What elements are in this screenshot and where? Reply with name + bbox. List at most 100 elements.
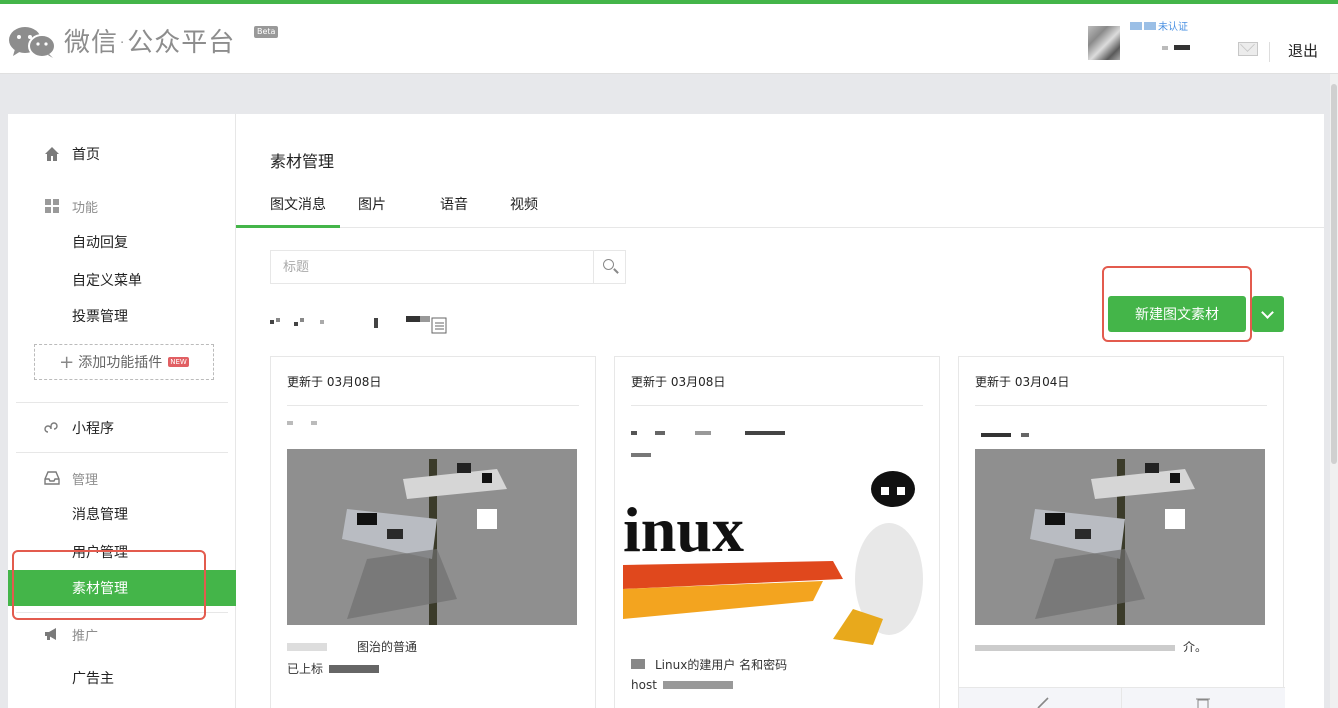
new-badge: NEW (168, 357, 189, 367)
filter-option[interactable] (276, 318, 280, 322)
filter-option[interactable] (294, 322, 298, 326)
account-name[interactable]: 未认证 (1130, 18, 1188, 33)
beta-badge: Beta (254, 26, 279, 38)
card-title-blur (745, 431, 785, 435)
card-title-blur (311, 421, 317, 425)
tab-articles[interactable]: 图文消息 (236, 194, 340, 228)
logout-link[interactable]: 退出 (1288, 40, 1318, 61)
mail-icon[interactable] (1238, 42, 1258, 56)
card-description: Linux的建用户 名和密码 (631, 655, 923, 675)
scrollbar-thumb[interactable] (1331, 84, 1337, 464)
card-desc-text: 介。 (1183, 640, 1208, 654)
delete-icon[interactable] (1195, 696, 1211, 708)
card-description: 已上标 (287, 659, 579, 679)
sidebar-item-label: 广告主 (72, 671, 114, 687)
card-cover-image[interactable] (287, 449, 577, 625)
app-title: 微信·公众平台 (64, 28, 236, 58)
highlight-box-new-button (1102, 266, 1252, 342)
sidebar-item-messages[interactable]: 消息管理 (8, 496, 236, 532)
article-card[interactable]: 更新于 03月08日 inux Linux的建用户 名和密码 host (614, 356, 940, 708)
sidebar-item-custom-menu[interactable]: 自定义菜单 (8, 262, 236, 298)
card-description: 图治的普通 (287, 637, 579, 657)
highlight-box-sidebar (12, 550, 206, 620)
add-plugin-label: 添加功能插件 (78, 355, 163, 371)
add-plugin-button[interactable]: + 添加功能插件 NEW (34, 344, 214, 380)
card-divider (287, 405, 579, 406)
search-box (270, 250, 626, 284)
sidebar-item-advertiser[interactable]: 广告主 (8, 660, 236, 696)
sidebar-divider (16, 402, 228, 403)
sidebar-item-auto-reply[interactable]: 自动回复 (8, 224, 236, 260)
card-date: 更新于 03月04日 (975, 375, 1070, 389)
filter-option[interactable] (300, 318, 304, 322)
header: 微信·公众平台 Beta 未认证 退出 (0, 4, 1338, 74)
card-description: 介。 (975, 637, 1267, 657)
sidebar-item-label: 投票管理 (72, 309, 128, 325)
page-title: 素材管理 (270, 152, 335, 171)
wechat-logo-icon (6, 23, 60, 59)
sidebar-item-home[interactable]: 首页 (8, 136, 236, 172)
sidebar-item-label: 消息管理 (72, 507, 128, 523)
filter-option[interactable] (374, 318, 378, 328)
sidebar-item-miniprogram[interactable]: 小程序 (8, 410, 236, 446)
search-icon[interactable] (593, 251, 625, 283)
card-divider (631, 405, 923, 406)
grid-icon (45, 199, 59, 213)
article-card[interactable]: 更新于 03月08日 图治的普通 已上标 (270, 356, 596, 708)
inbox-icon (44, 471, 60, 485)
card-cover-image[interactable]: inux (623, 469, 923, 645)
account-subtitle (1162, 42, 1190, 53)
sidebar-group-promo: 推广 (8, 616, 236, 652)
tab-video[interactable]: 视频 (510, 194, 538, 226)
card-desc-text: Linux的建用户 名和密码 (655, 658, 788, 672)
avatar[interactable] (1088, 26, 1120, 60)
megaphone-icon (45, 628, 56, 640)
sidebar-group-label: 管理 (72, 472, 99, 488)
card-actions (959, 687, 1285, 708)
card-title-blur (981, 433, 1011, 437)
verify-status: 未认证 (1158, 22, 1188, 33)
card-title-blur (1021, 433, 1029, 437)
sidebar-divider (16, 452, 228, 453)
card-title-blur (287, 421, 293, 425)
sidebar-group-label: 推广 (72, 628, 99, 644)
article-card[interactable]: 更新于 03月04日 介。 (958, 356, 1285, 708)
card-description: host (631, 675, 923, 695)
card-desc-text: host (631, 678, 657, 692)
card-title-blur (695, 431, 711, 435)
tab-images[interactable]: 图片 (358, 194, 386, 226)
card-desc-text: 已上标 (287, 662, 324, 676)
filter-option[interactable] (320, 320, 324, 324)
actions-divider (1121, 688, 1122, 708)
sidebar-group-function: 功能 (8, 188, 236, 224)
main-panel: 素材管理 图文消息 图片 语音 视频 新建图文素材 更新于 03月08日 (236, 114, 1324, 708)
card-cover-image[interactable] (975, 449, 1265, 625)
card-title-blur (655, 431, 665, 435)
tab-audio[interactable]: 语音 (440, 194, 468, 226)
page-scrollbar[interactable] (1330, 74, 1338, 708)
sidebar-item-label: 自动回复 (72, 235, 128, 251)
card-date: 更新于 03月08日 (631, 375, 726, 389)
sidebar-item-label: 首页 (72, 147, 100, 163)
card-date: 更新于 03月08日 (287, 375, 382, 389)
filter-option[interactable] (270, 320, 274, 324)
sidebar-item-label: 自定义菜单 (72, 273, 142, 289)
sidebar-group-manage: 管理 (8, 460, 236, 496)
miniprogram-icon (44, 422, 58, 433)
chevron-down-icon[interactable] (1252, 296, 1284, 332)
sidebar-item-label: 小程序 (72, 421, 114, 437)
header-divider (1269, 42, 1270, 62)
card-desc-text: 图治的普通 (357, 640, 418, 654)
tab-bar: 图文消息 图片 语音 视频 (236, 188, 1324, 228)
card-banner-text: inux (623, 494, 744, 565)
sidebar-group-label: 功能 (72, 200, 99, 216)
search-input[interactable] (271, 251, 593, 283)
plus-icon: + (59, 351, 75, 373)
home-icon (45, 147, 59, 161)
logo[interactable]: 微信·公众平台 (6, 22, 235, 59)
list-view-icon[interactable] (406, 314, 452, 336)
sidebar-item-vote[interactable]: 投票管理 (8, 298, 236, 334)
card-divider (975, 405, 1267, 406)
card-title-blur (631, 431, 637, 435)
edit-icon[interactable] (1035, 696, 1051, 708)
